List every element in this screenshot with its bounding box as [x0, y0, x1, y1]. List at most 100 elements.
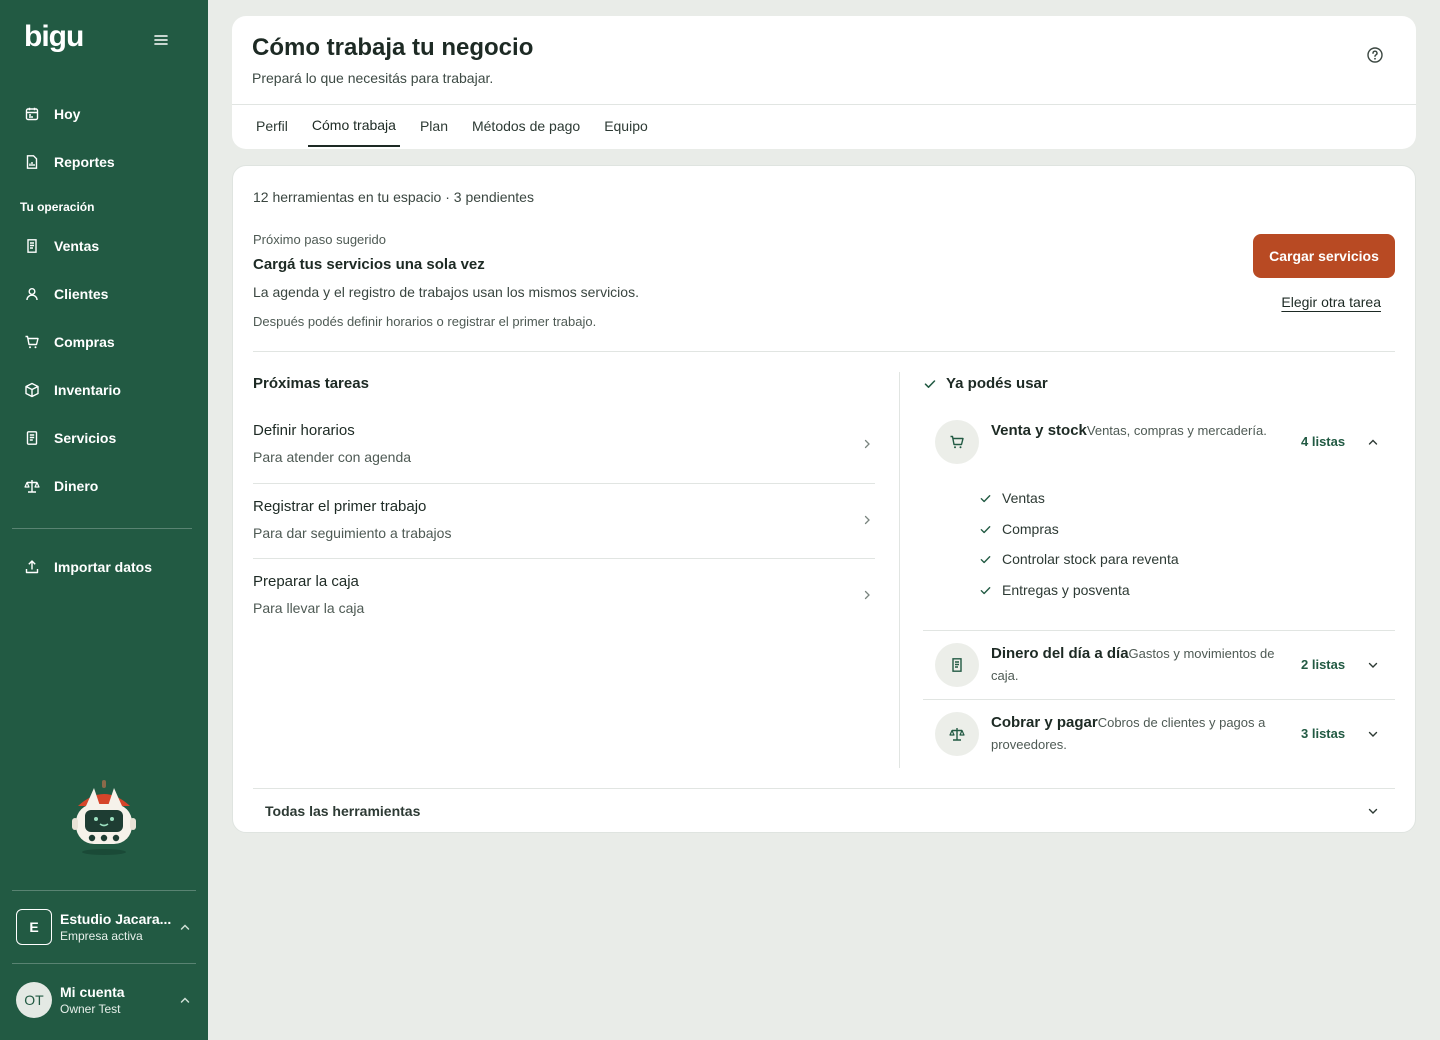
- company-name: Estudio Jacara...: [60, 911, 172, 927]
- help-icon[interactable]: [1366, 46, 1384, 64]
- chevron-down-icon: [1368, 731, 1378, 737]
- group-text: Venta y stockVentas, compras y mercaderí…: [991, 420, 1291, 442]
- sidebar-item-label: Reportes: [54, 154, 115, 170]
- chevron-right-icon: [864, 590, 870, 600]
- company-switcher[interactable]: E Estudio Jacara... Empresa activa: [12, 899, 196, 955]
- load-services-button[interactable]: Cargar servicios: [1253, 234, 1395, 278]
- group-name: Venta y stock: [991, 422, 1087, 439]
- page-subtitle: Prepará lo que necesitás para trabajar.: [252, 70, 494, 86]
- sidebar-divider: [12, 528, 192, 529]
- cart-icon: [25, 335, 39, 349]
- group-description: Ventas, compras y mercadería.: [1086, 423, 1267, 438]
- group-icon: [935, 420, 979, 464]
- sidebar-item-hoy[interactable]: Hoy: [12, 94, 196, 134]
- tab-bar: Perfil Cómo trabaja Plan Métodos de pago…: [252, 105, 668, 149]
- chevron-down-icon: [1368, 662, 1378, 668]
- sidebar-divider: [12, 890, 196, 891]
- task-title: Registrar el primer trabajo: [253, 498, 427, 515]
- chevron-down-icon: [1368, 808, 1378, 814]
- sidebar-item-clientes[interactable]: Clientes: [12, 274, 196, 314]
- check-icon: [980, 525, 991, 533]
- tool-item: Ventas: [979, 490, 1045, 506]
- all-tools-label: Todas las herramientas: [265, 803, 421, 819]
- tool-item: Compras: [979, 521, 1059, 537]
- tab-plan[interactable]: Plan: [416, 105, 452, 147]
- suggestion-description: La agenda y el registro de trabajos usan…: [253, 284, 639, 300]
- report-icon: [26, 155, 38, 169]
- tool-item: Controlar stock para reventa: [979, 551, 1179, 567]
- hamburger-icon: [154, 35, 168, 45]
- document-icon: [26, 431, 38, 445]
- task-subtitle: Para dar seguimiento a trabajos: [253, 525, 452, 541]
- account-menu[interactable]: OT Mi cuenta Owner Test: [12, 972, 196, 1028]
- menu-toggle-button[interactable]: [150, 30, 172, 50]
- tool-group-venta-stock[interactable]: Venta y stockVentas, compras y mercaderí…: [923, 414, 1395, 474]
- tool-item-label: Compras: [1002, 521, 1059, 537]
- sidebar: bigu Hoy Reportes Tu operación Ventas Cl…: [0, 0, 208, 1040]
- company-status: Empresa activa: [60, 929, 143, 943]
- sidebar-item-reportes[interactable]: Reportes: [12, 142, 196, 182]
- tool-group-cobrar-pagar[interactable]: Cobrar y pagarCobros de clientes y pagos…: [923, 700, 1395, 768]
- tab-perfil[interactable]: Perfil: [252, 105, 292, 147]
- sidebar-item-servicios[interactable]: Servicios: [12, 418, 196, 458]
- check-icon: [924, 379, 936, 388]
- receipt-icon: [27, 239, 37, 253]
- tool-group-dinero[interactable]: Dinero del día a díaGastos y movimientos…: [923, 631, 1395, 699]
- group-name: Dinero del día a día: [991, 645, 1129, 662]
- sidebar-item-ventas[interactable]: Ventas: [12, 226, 196, 266]
- tab-metodos-de-pago[interactable]: Métodos de pago: [468, 105, 584, 147]
- receipt-icon: [952, 658, 962, 672]
- group-icon: [935, 643, 979, 687]
- account-label: Mi cuenta: [60, 984, 125, 1000]
- task-title: Definir horarios: [253, 422, 355, 439]
- scale-icon: [24, 480, 40, 493]
- choose-other-task-link[interactable]: Elegir otra tarea: [1281, 294, 1381, 310]
- tab-como-trabaja[interactable]: Cómo trabaja: [307, 105, 400, 147]
- page-header: Cómo trabaja tu negocio Prepará lo que n…: [232, 16, 1416, 149]
- sidebar-item-label: Hoy: [54, 106, 81, 122]
- suggestion-label: Próximo paso sugerido: [253, 232, 386, 247]
- group-text: Dinero del día a díaGastos y movimientos…: [991, 643, 1291, 687]
- chevron-right-icon: [864, 439, 870, 449]
- group-count: 3 listas: [1301, 726, 1346, 741]
- avatar: OT: [16, 982, 52, 1018]
- tab-equipo[interactable]: Equipo: [600, 105, 652, 147]
- group-icon: [935, 712, 979, 756]
- all-tools-accordion[interactable]: Todas las herramientas: [253, 789, 1395, 833]
- tools-summary: 12 herramientas en tu espacio · 3 pendie…: [253, 189, 534, 205]
- calendar-icon: [25, 107, 39, 121]
- task-item-definir-horarios[interactable]: Definir horarios Para atender con agenda: [253, 408, 875, 482]
- box-icon: [25, 382, 39, 398]
- sidebar-item-label: Clientes: [54, 286, 109, 302]
- mascot-illustration: [72, 780, 136, 855]
- sidebar-item-dinero[interactable]: Dinero: [12, 466, 196, 506]
- task-subtitle: Para llevar la caja: [253, 600, 365, 616]
- chevron-up-icon: [180, 997, 190, 1003]
- sidebar-item-inventario[interactable]: Inventario: [12, 370, 196, 410]
- ready-title: Ya podés usar: [923, 375, 1048, 392]
- tool-item-label: Controlar stock para reventa: [1002, 551, 1179, 567]
- sidebar-item-label: Compras: [54, 334, 115, 350]
- sidebar-item-label: Importar datos: [54, 559, 153, 575]
- sidebar-item-importar[interactable]: Importar datos: [12, 547, 196, 587]
- task-item-preparar-caja[interactable]: Preparar la caja Para llevar la caja: [253, 559, 875, 633]
- group-name: Cobrar y pagar: [991, 714, 1098, 731]
- sidebar-item-compras[interactable]: Compras: [12, 322, 196, 362]
- app-logo[interactable]: bigu: [24, 20, 84, 54]
- sidebar-item-label: Servicios: [54, 430, 117, 446]
- task-item-registrar-trabajo[interactable]: Registrar el primer trabajo Para dar seg…: [253, 484, 875, 558]
- nav-section-label: Tu operación: [20, 200, 95, 214]
- group-text: Cobrar y pagarCobros de clientes y pagos…: [991, 712, 1291, 756]
- tool-item-label: Entregas y posventa: [1002, 582, 1130, 598]
- sidebar-item-label: Inventario: [54, 382, 121, 398]
- tool-item: Entregas y posventa: [979, 582, 1130, 598]
- chevron-right-icon: [864, 515, 870, 525]
- check-icon: [980, 494, 991, 502]
- sidebar-divider: [12, 963, 196, 964]
- tool-item-label: Ventas: [1002, 490, 1045, 506]
- check-icon: [980, 586, 991, 594]
- tools-panel: 12 herramientas en tu espacio · 3 pendie…: [232, 165, 1416, 833]
- section-divider: [253, 351, 1395, 352]
- upload-icon: [25, 560, 39, 574]
- check-icon: [980, 555, 991, 563]
